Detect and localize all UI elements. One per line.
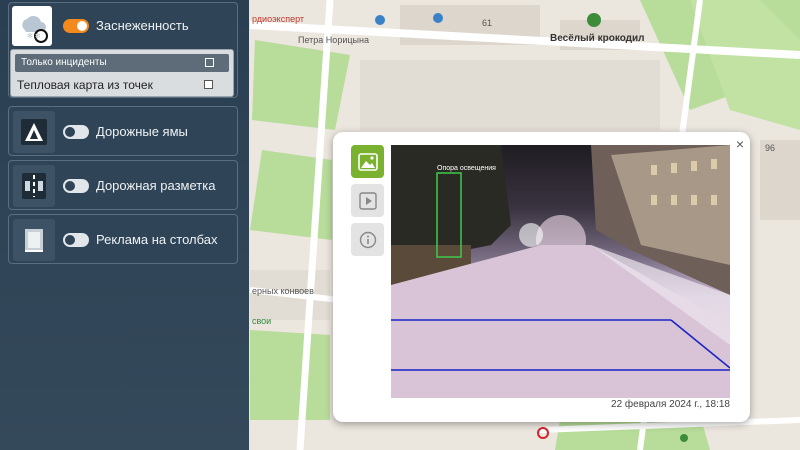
poi-label: свои (252, 316, 272, 326)
detection-label: Опора освещения (437, 165, 496, 172)
pole-ads-toggle[interactable] (63, 233, 89, 247)
street-label: Петра Норицына (298, 35, 369, 45)
image-icon (357, 152, 378, 171)
pole-ad-icon (13, 219, 55, 261)
photo-scene (391, 145, 730, 398)
potholes-toggle[interactable] (63, 125, 89, 139)
layer-potholes[interactable]: Дорожные ямы (8, 106, 238, 156)
video-tab[interactable] (351, 184, 384, 217)
heatmap-label: Тепловая карта из точек (17, 78, 153, 92)
snow-options-panel: Только инциденты Тепловая карта из точек (10, 49, 234, 97)
incident-popup: × Опора освещения 22 февраля 2024 г., 18… (333, 132, 750, 422)
poi-label: рдиоэксперт (252, 14, 305, 24)
snow-cloud-icon: ✻ ✻ (12, 6, 52, 46)
close-icon[interactable]: × (736, 136, 744, 152)
street-label: ерных конвоев (252, 286, 314, 296)
info-tab[interactable] (351, 223, 384, 256)
pothole-icon (13, 111, 55, 153)
svg-text:✻ ✻: ✻ ✻ (27, 32, 41, 40)
photo-tab[interactable] (351, 145, 384, 178)
street-photo: Опора освещения (391, 145, 730, 398)
poi-label: Весёлый крокодил (550, 33, 645, 44)
play-icon (358, 191, 377, 210)
layer-label: Заснеженность (96, 18, 189, 33)
road-marking-icon (13, 165, 55, 207)
layer-label: Дорожная разметка (96, 178, 216, 193)
layer-pole-ads[interactable]: Реклама на столбах (8, 214, 238, 264)
only-incidents-row[interactable]: Только инциденты (15, 54, 229, 72)
house-number: 96 (765, 143, 776, 153)
layers-sidebar: ✻ ✻ Заснеженность Только инциденты Тепло… (0, 0, 249, 450)
layer-label: Дорожные ямы (96, 124, 188, 139)
layer-label: Реклама на столбах (96, 232, 218, 247)
layer-road-marking[interactable]: Дорожная разметка (8, 160, 238, 210)
only-incidents-checkbox[interactable] (205, 58, 214, 67)
photo-date: 22 февраля 2024 г., 18:18 (611, 399, 730, 410)
info-icon (359, 231, 376, 248)
house-number: 61 (482, 18, 493, 28)
heatmap-checkbox[interactable] (204, 80, 213, 89)
road-marking-toggle[interactable] (63, 179, 89, 193)
only-incidents-label: Только инциденты (21, 57, 107, 68)
snow-toggle[interactable] (63, 19, 89, 33)
